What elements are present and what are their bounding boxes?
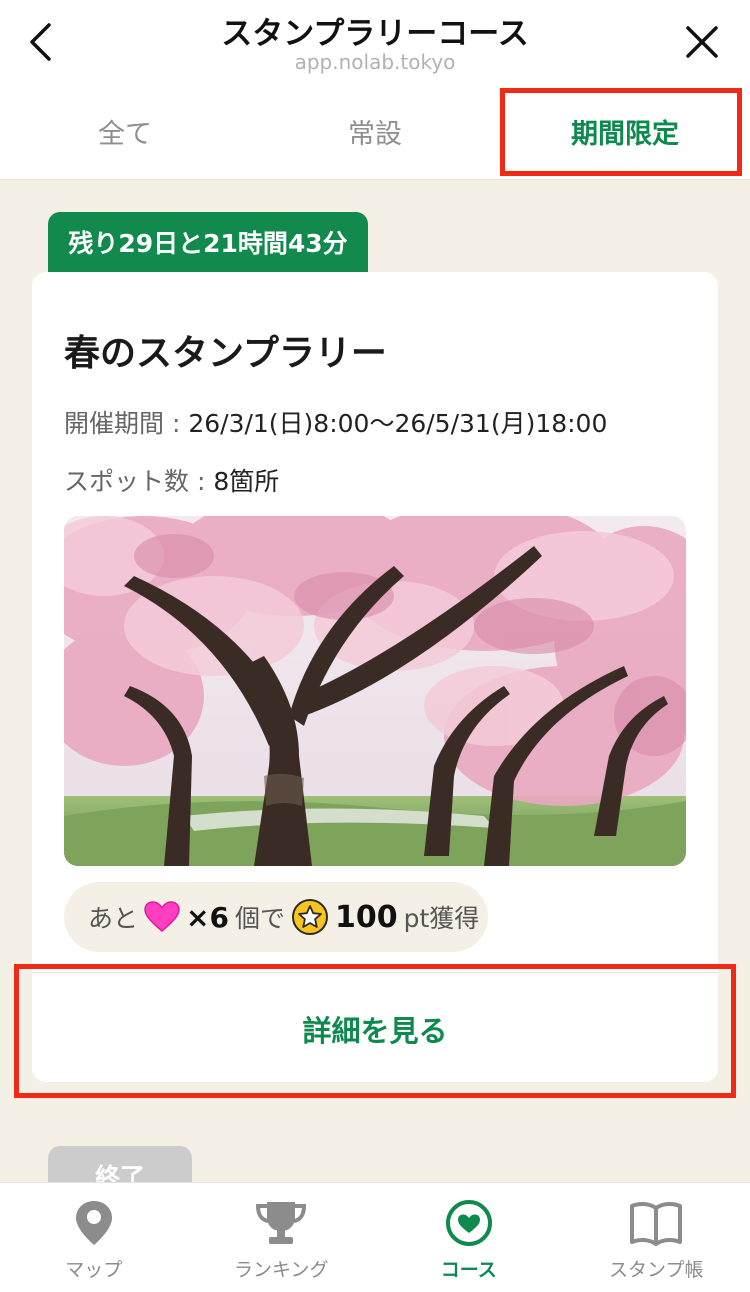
book-icon bbox=[629, 1197, 683, 1249]
course-type-tabs: 全て 常設 期間限定 bbox=[0, 84, 750, 180]
reward-prefix: あと bbox=[88, 904, 139, 933]
reward-points: 100 bbox=[334, 899, 398, 935]
spot-count-value: 8箇所 bbox=[213, 467, 280, 496]
tab-limited-time[interactable]: 期間限定 bbox=[500, 84, 750, 179]
trophy-icon bbox=[255, 1197, 307, 1249]
nav-item-course[interactable]: コース bbox=[375, 1183, 563, 1292]
nav-item-map[interactable]: マップ bbox=[0, 1183, 188, 1292]
page-title: スタンプラリーコース bbox=[221, 16, 529, 52]
reward-suffix: pt獲得 bbox=[403, 904, 480, 933]
nav-item-stamp-book[interactable]: スタンプ帳 bbox=[563, 1183, 750, 1292]
page-url: app.nolab.tokyo bbox=[294, 50, 456, 74]
nav-label-map: マップ bbox=[65, 1259, 123, 1281]
reward-progress-pill: あと ×6 個で 100 pt獲得 bbox=[64, 882, 488, 952]
nav-item-ranking[interactable]: ランキング bbox=[188, 1183, 376, 1292]
tab-permanent[interactable]: 常設 bbox=[250, 84, 500, 179]
spot-count-label: スポット数 : bbox=[64, 467, 214, 496]
view-details-button[interactable]: 詳細を見る bbox=[32, 976, 718, 1082]
close-button[interactable] bbox=[678, 18, 726, 66]
course-title: 春のスタンプラリー bbox=[64, 333, 387, 374]
nav-label-course: コース bbox=[440, 1259, 497, 1281]
cherry-blossom-photo bbox=[64, 516, 686, 866]
reward-middle-text: 個で bbox=[234, 904, 285, 933]
bottom-navigation: マップ ランキング コース スタンプ帳 bbox=[0, 1182, 750, 1292]
tab-all[interactable]: 全て bbox=[0, 84, 250, 179]
event-period-value: 26/3/1(日)8:00〜26/5/31(月)18:00 bbox=[188, 409, 608, 438]
map-pin-icon bbox=[74, 1197, 114, 1249]
remaining-time-badge: 残り29日と21時間43分 bbox=[48, 212, 368, 272]
event-period-label: 開催期間 : bbox=[64, 409, 189, 438]
star-coin-icon bbox=[291, 898, 329, 936]
heart-circle-icon bbox=[444, 1197, 494, 1249]
nav-label-ranking: ランキング bbox=[234, 1259, 329, 1281]
event-period: 開催期間 : 26/3/1(日)8:00〜26/5/31(月)18:00 bbox=[64, 404, 607, 440]
course-card: 春のスタンプラリー 開催期間 : 26/3/1(日)8:00〜26/5/31(月… bbox=[32, 272, 718, 1082]
heart-count: ×6 bbox=[186, 900, 229, 934]
close-icon bbox=[686, 26, 718, 58]
app-header: スタンプラリーコース app.nolab.tokyo bbox=[0, 0, 750, 84]
spot-count: スポット数 : 8箇所 bbox=[64, 462, 279, 498]
heart-icon bbox=[144, 901, 180, 933]
card-divider bbox=[32, 972, 718, 973]
nav-label-stamp-book: スタンプ帳 bbox=[609, 1259, 704, 1281]
